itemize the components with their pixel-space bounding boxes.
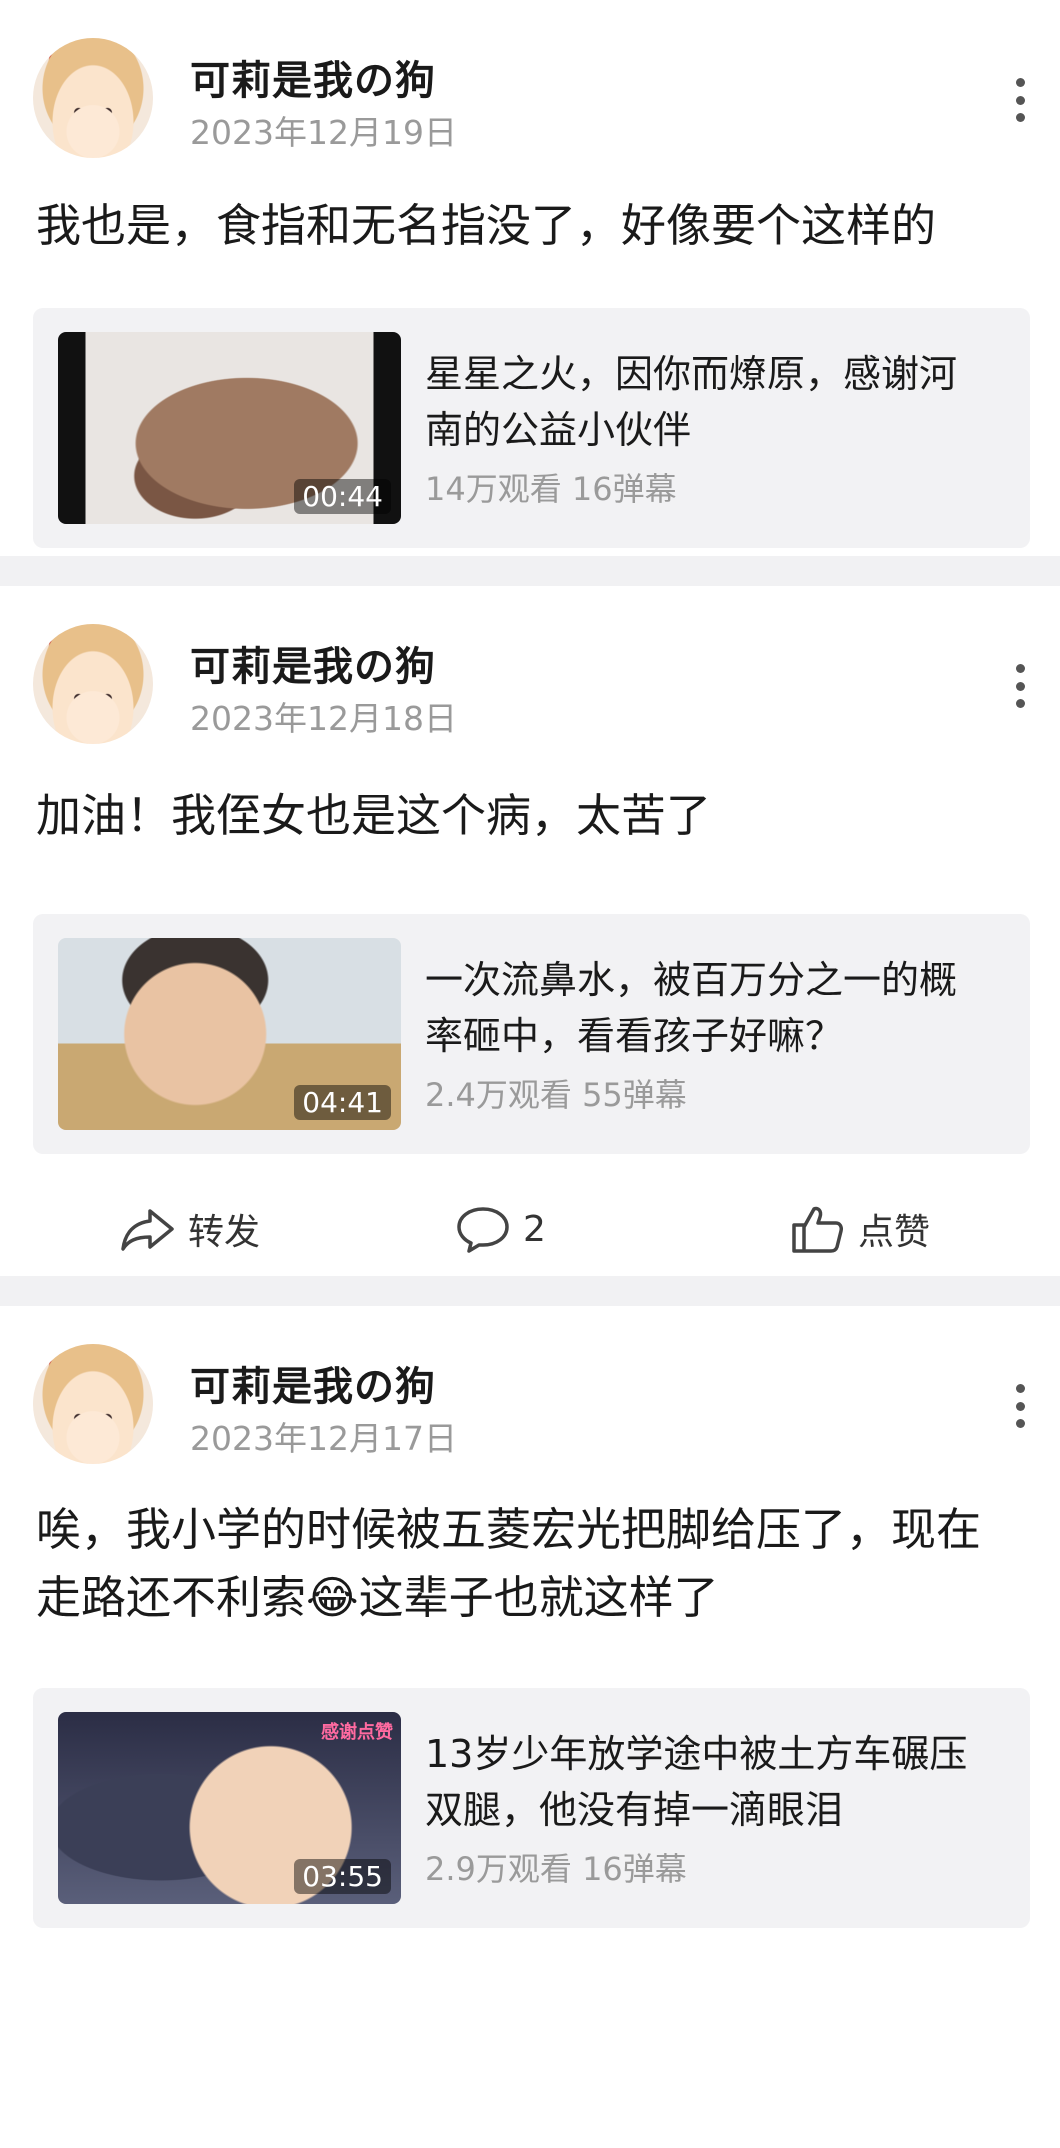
video-thumbnail[interactable]: 00:44 [58,332,401,524]
comment-icon [457,1207,509,1253]
more-icon[interactable] [1014,664,1026,708]
video-card[interactable]: 00:44 星星之火，因你而燎原，感谢河南的公益小伙伴 14万观看 16弹幕 [33,308,1030,548]
video-title[interactable]: 13岁少年放学途中被土方车碾压双腿，他没有掉一滴眼泪 [425,1726,990,1838]
like-button[interactable]: 点赞 [790,1204,930,1254]
thumbnail-overlay-text: 感谢点赞 [321,1722,393,1743]
video-card[interactable]: 04:41 一次流鼻水，被百万分之一的概率砸中，看看孩子好嘛？ 2.4万观看 5… [33,914,1030,1154]
post-text: 我也是，食指和无名指没了，好像要个这样的 [36,199,937,252]
video-meta: 14万观看 16弹幕 [425,470,677,508]
post-date: 2023年12月19日 [190,113,457,152]
comment-count: 2 [523,1208,546,1250]
like-label: 点赞 [858,1212,931,1253]
share-button[interactable]: 转发 [120,1204,260,1254]
video-thumbnail[interactable]: 感谢点赞 03:55 [58,1712,401,1904]
more-icon[interactable] [1014,1384,1026,1428]
video-card[interactable]: 感谢点赞 03:55 13岁少年放学途中被土方车碾压双腿，他没有掉一滴眼泪 2.… [33,1688,1030,1928]
post-text: 唉，我小学的时候被五菱宏光把脚给压了，现在走路还不利索😂这辈子也就这样了 [36,1503,982,1624]
post-header: 可莉是我の狗 2023年12月19日 [0,0,1060,158]
post-date: 2023年12月18日 [190,699,457,738]
post-text: 加油！我侄女也是这个病，太苦了 [36,789,712,842]
post-header: 可莉是我の狗 2023年12月18日 [0,586,1060,744]
share-label: 转发 [188,1212,261,1253]
post-1: 可莉是我の狗 2023年12月19日 我也是，食指和无名指没了，好像要个这样的 … [0,0,1060,647]
username[interactable]: 可莉是我の狗 [190,634,436,692]
share-icon [121,1209,174,1251]
more-icon[interactable] [1014,78,1026,122]
video-meta: 2.9万观看 16弹幕 [425,1850,687,1888]
post-date: 2023年12月17日 [190,1419,457,1458]
username[interactable]: 可莉是我の狗 [190,48,436,106]
video-title[interactable]: 星星之火，因你而燎原，感谢河南的公益小伙伴 [425,346,990,458]
comment-button[interactable]: 2 [455,1204,546,1254]
avatar[interactable] [33,38,153,158]
video-duration: 03:55 [294,1859,391,1894]
video-duration: 00:44 [294,479,391,514]
video-duration: 04:41 [294,1085,391,1120]
video-meta: 2.4万观看 55弹幕 [425,1076,687,1114]
like-icon [792,1206,843,1253]
avatar[interactable] [33,1344,153,1464]
avatar[interactable] [33,624,153,744]
post-3: 可莉是我の狗 2023年12月17日 唉，我小学的时候被五菱宏光把脚给压了，现在… [0,1306,1060,2148]
post-2: 可莉是我の狗 2023年12月18日 加油！我侄女也是这个病，太苦了 04:41… [0,586,1060,1276]
video-thumbnail[interactable]: 04:41 [58,938,401,1130]
post-header: 可莉是我の狗 2023年12月17日 [0,1306,1060,1464]
username[interactable]: 可莉是我の狗 [190,1354,436,1412]
video-title[interactable]: 一次流鼻水，被百万分之一的概率砸中，看看孩子好嘛？ [425,952,990,1064]
post-actions: 转发 2 点赞 [0,1154,1060,1304]
